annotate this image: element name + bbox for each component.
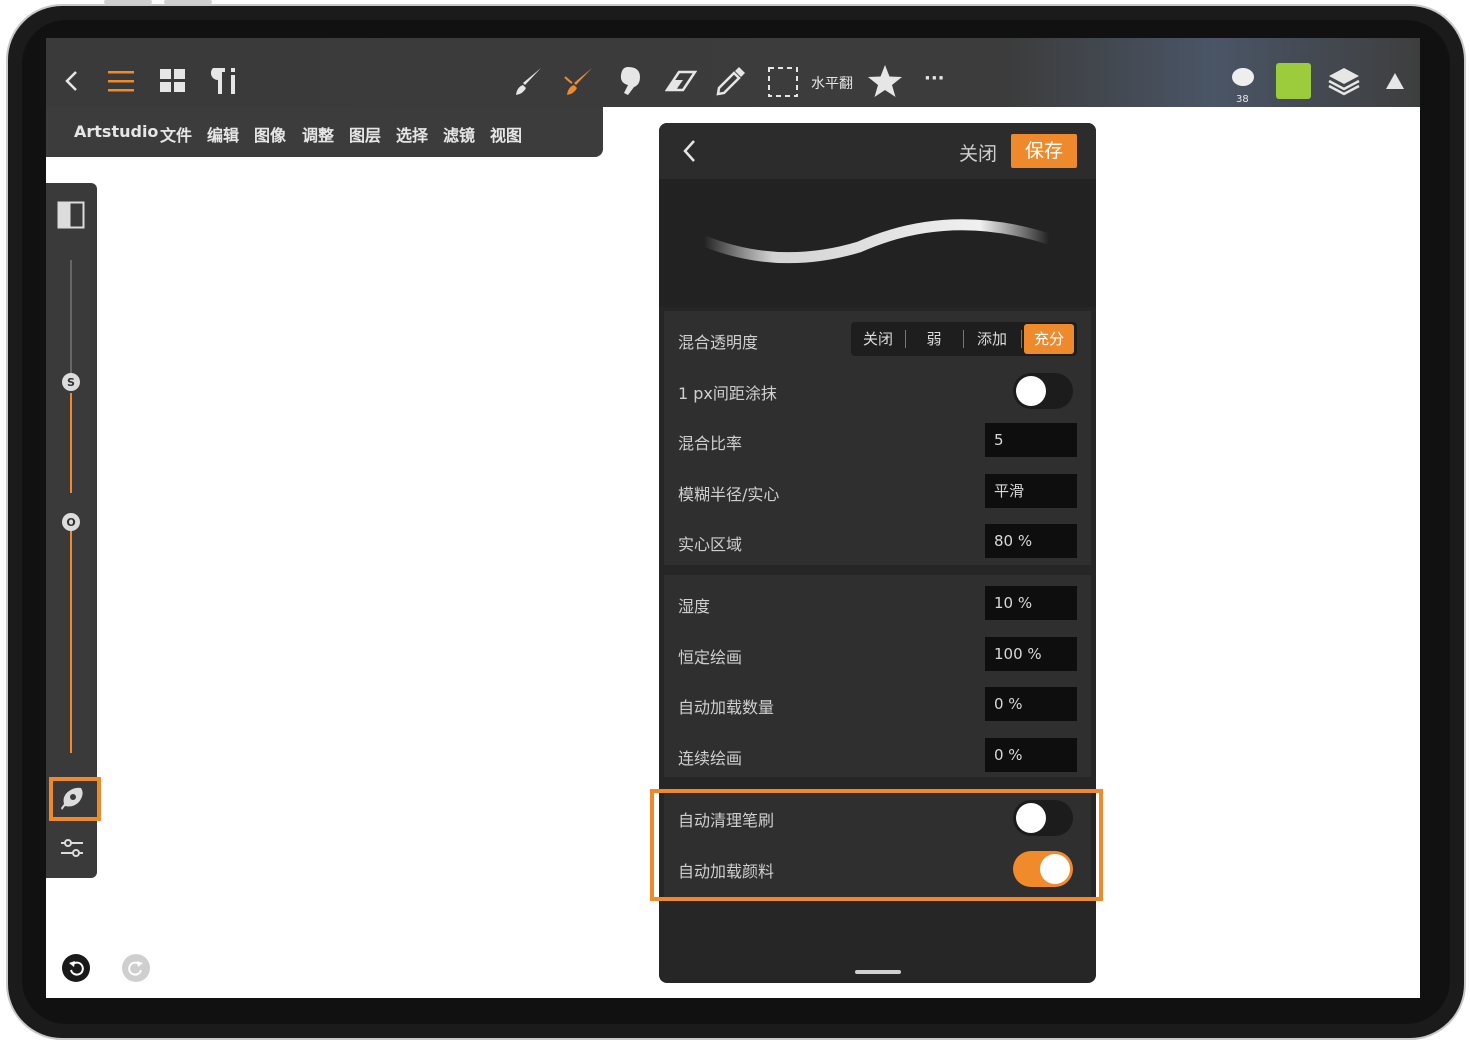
left-tool-strip: S O: [46, 183, 97, 878]
color-swatch[interactable]: [1276, 63, 1311, 99]
size-slider-fill: [70, 393, 72, 493]
undo-icon[interactable]: [62, 954, 90, 982]
grid-icon[interactable]: [158, 66, 188, 96]
setting-label: 模糊半径/实心: [678, 485, 780, 504]
continuous-paint-field[interactable]: 0 %: [985, 738, 1077, 772]
panel-header: 关闭 保存: [659, 123, 1096, 179]
smudge-icon[interactable]: [614, 64, 648, 98]
menu-edit[interactable]: 编辑: [207, 122, 239, 146]
opacity-slider-fill[interactable]: [70, 528, 72, 753]
blur-radius-field[interactable]: 平滑: [985, 474, 1077, 508]
opacity-slider-knob[interactable]: O: [62, 513, 80, 531]
constant-paint-field[interactable]: 100 %: [985, 637, 1077, 671]
save-button[interactable]: 保存: [1011, 134, 1077, 168]
blend-opacity-label: 混合透明度: [678, 333, 759, 352]
volume-button: [164, 0, 212, 4]
menu-view[interactable]: 视图: [490, 122, 522, 146]
menu-image[interactable]: 图像: [254, 122, 286, 146]
size-slider-knob[interactable]: S: [62, 373, 80, 391]
setting-label: 自动加载数量: [678, 698, 775, 717]
panel-toggle-icon[interactable]: [56, 200, 86, 230]
brush-icon[interactable]: [512, 64, 546, 98]
volume-button: [104, 0, 152, 4]
wetness-field[interactable]: 10 %: [985, 586, 1077, 620]
setting-label: 连续绘画: [678, 749, 743, 768]
blend-opacity-segmented[interactable]: 关闭 弱 添加 充分: [851, 322, 1077, 356]
solid-area-field[interactable]: 80 %: [985, 524, 1077, 558]
eraser-icon[interactable]: [664, 66, 698, 96]
setting-label: 混合比率: [678, 434, 743, 453]
top-toolbar: 水平翻 ··· 38: [46, 38, 1420, 107]
setting-label: 恒定绘画: [678, 648, 743, 667]
settings-group-blend: 混合透明度 关闭 弱 添加 充分 1 px间距涂抹 混合比率 5 模糊半径/实心…: [664, 311, 1091, 565]
mixer-brush-icon[interactable]: [562, 64, 596, 98]
menu-bar: Artstudio 文件 编辑 图像 调整 图层 选择 滤镜 视图: [46, 107, 603, 157]
redo-icon[interactable]: [122, 954, 150, 982]
collapse-triangle-icon[interactable]: [1384, 70, 1406, 92]
settings-group-paint: 湿度 10 % 恒定绘画 100 % 自动加载数量 0 % 连续绘画 0 %: [664, 575, 1091, 777]
home-indicator: [855, 970, 901, 974]
menu-adjust[interactable]: 调整: [302, 122, 334, 146]
more-button[interactable]: ···: [924, 68, 945, 89]
brush-stroke-preview: [659, 179, 1096, 307]
blend-option-off[interactable]: 关闭: [851, 322, 905, 356]
brush-size-value: 38: [1236, 94, 1249, 105]
menu-artstudio[interactable]: Artstudio: [74, 122, 158, 141]
size-slider-track[interactable]: [70, 260, 72, 380]
setting-label: 1 px间距涂抹: [678, 384, 777, 403]
menu-icon[interactable]: [106, 66, 136, 96]
eyedropper-icon[interactable]: [714, 64, 748, 98]
toggle-thumb: [1016, 376, 1046, 406]
back-icon[interactable]: [60, 66, 82, 96]
menu-filter[interactable]: 滤镜: [443, 122, 475, 146]
blend-option-add[interactable]: 添加: [964, 322, 1020, 356]
menu-file[interactable]: 文件: [160, 122, 192, 146]
spacing-smudge-toggle[interactable]: [1013, 373, 1073, 409]
menu-layer[interactable]: 图层: [349, 122, 381, 146]
setting-label: 湿度: [678, 597, 711, 616]
screen: 水平翻 ··· 38 Artstudio 文件 编辑 图像 调整 图层 选择 滤…: [46, 38, 1420, 998]
menu-select[interactable]: 选择: [396, 122, 428, 146]
text-tool-icon[interactable]: [206, 63, 242, 99]
brush-size-icon[interactable]: [1230, 64, 1256, 90]
layers-icon[interactable]: [1326, 64, 1362, 98]
blend-option-full[interactable]: 充分: [1024, 324, 1074, 354]
adjust-sliders-icon[interactable]: [57, 833, 87, 863]
selection-icon[interactable]: [766, 65, 800, 99]
close-button[interactable]: 关闭: [959, 139, 997, 166]
blend-option-weak[interactable]: 弱: [906, 322, 962, 356]
flip-label[interactable]: 水平翻: [811, 73, 853, 93]
star-icon[interactable]: [866, 63, 904, 99]
auto-load-amount-field[interactable]: 0 %: [985, 687, 1077, 721]
setting-label: 实心区域: [678, 535, 743, 554]
panel-back-icon[interactable]: [677, 137, 701, 165]
highlight-brush-settings: [49, 777, 101, 821]
highlight-auto-settings: [650, 789, 1103, 901]
mix-ratio-field[interactable]: 5: [985, 423, 1077, 457]
